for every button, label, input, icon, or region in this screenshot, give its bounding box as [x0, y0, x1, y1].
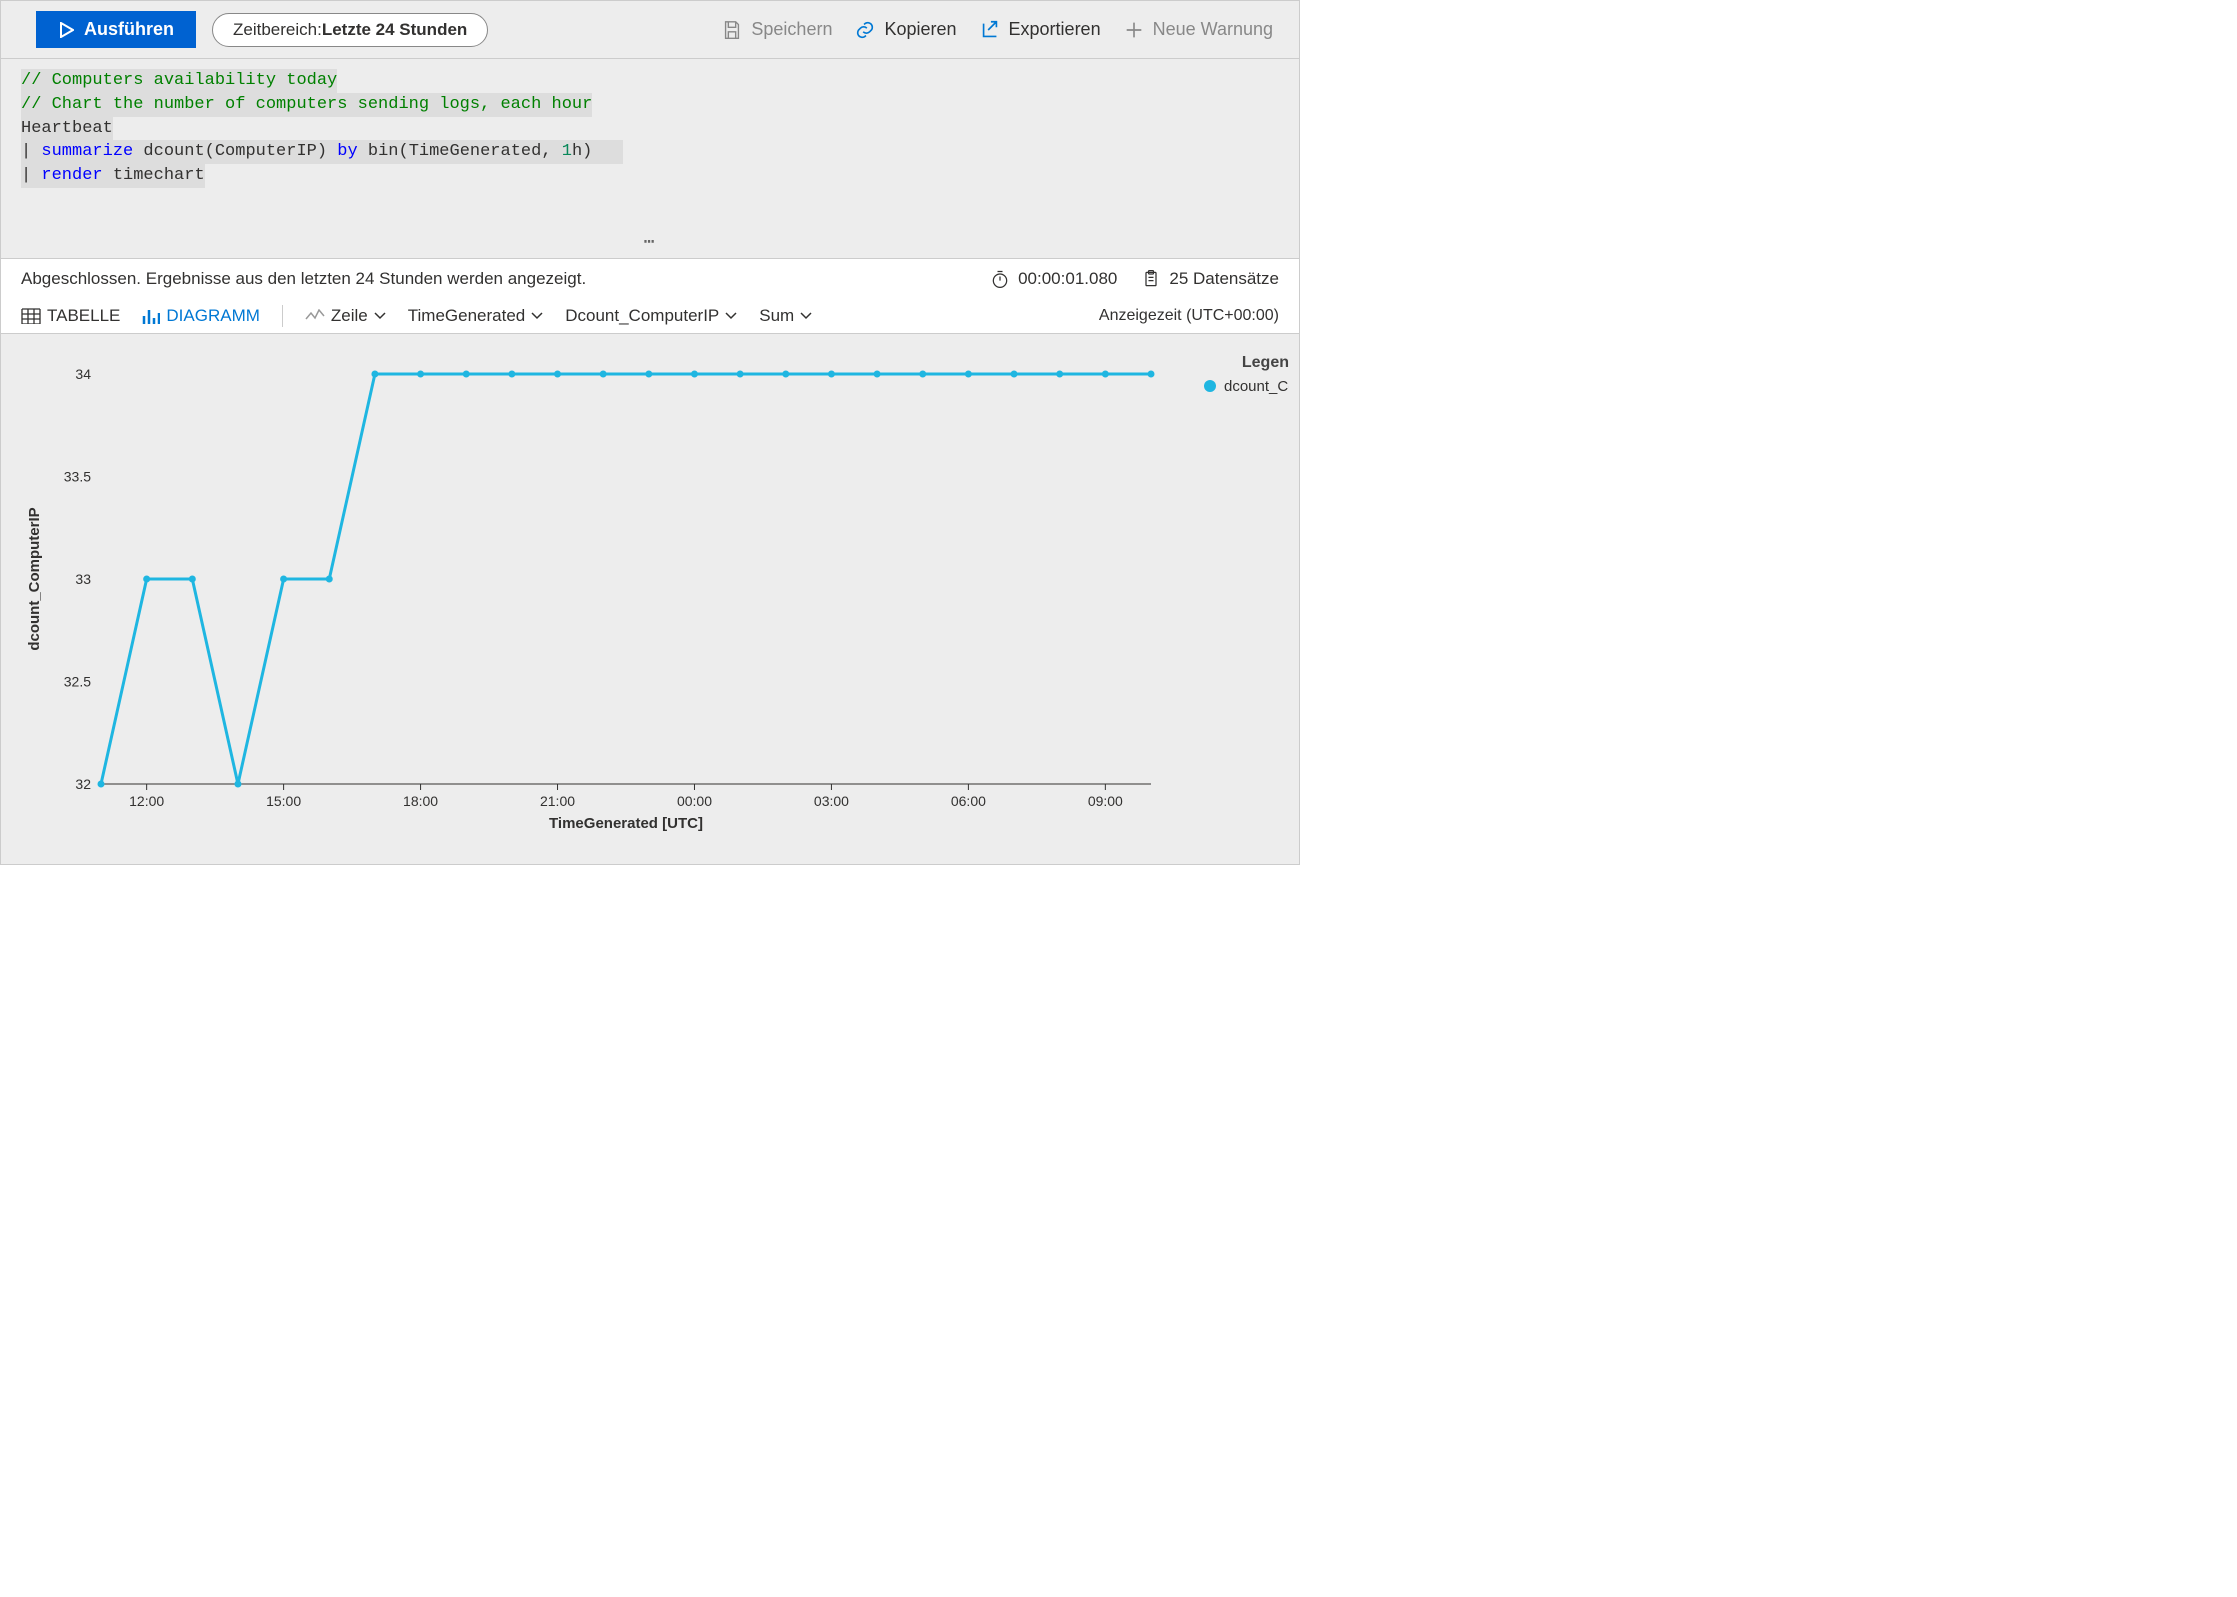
svg-text:06:00: 06:00 [951, 793, 986, 809]
x-axis-value: TimeGenerated [408, 306, 525, 326]
new-alert-button[interactable]: Neue Warnung [1117, 15, 1279, 45]
query-line-1: // Computers availability today [21, 69, 337, 93]
legend-title: Legen [1204, 354, 1289, 372]
chevron-down-icon [374, 312, 386, 320]
chart-panel: 32 32.5 33 33.5 34 12:00 15:00 18:00 21:00 00:00 0… [1, 334, 1299, 864]
chart-svg: 32 32.5 33 33.5 34 12:00 15:00 18:00 21:00 00:00 0… [21, 354, 1171, 834]
status-records: 25 Datensätze [1141, 269, 1279, 289]
export-button[interactable]: Exportieren [973, 15, 1107, 45]
chart-type-dropdown[interactable]: Zeile [305, 306, 386, 326]
time-range-value: Letzte 24 Stunden [322, 20, 467, 40]
chevron-down-icon [725, 312, 737, 320]
query-editor[interactable]: // Computers availability today // Chart… [1, 59, 1299, 259]
svg-text:34: 34 [75, 366, 91, 382]
y-axis-value: Dcount_ComputerIP [565, 306, 719, 326]
view-bar: TABELLE DIAGRAMM Zeile TimeGenerated Dco… [1, 299, 1299, 334]
query-line-4: | summarize dcount(ComputerIP) by bin(Ti… [21, 140, 623, 164]
line-chart-icon [305, 309, 325, 323]
save-icon [721, 19, 743, 41]
chart-type-value: Zeile [331, 306, 368, 326]
toolbar: Ausführen Zeitbereich: Letzte 24 Stunden… [1, 1, 1299, 59]
svg-text:09:00: 09:00 [1088, 793, 1123, 809]
chevron-down-icon [800, 312, 812, 320]
save-label: Speichern [751, 19, 832, 40]
svg-text:18:00: 18:00 [403, 793, 438, 809]
svg-text:33.5: 33.5 [64, 468, 91, 484]
svg-text:03:00: 03:00 [814, 793, 849, 809]
timezone-label: Anzeigezeit (UTC+00:00) [1099, 307, 1279, 325]
duration-value: 00:00:01.080 [1018, 269, 1117, 289]
run-button[interactable]: Ausführen [36, 11, 196, 48]
copy-label: Kopieren [884, 19, 956, 40]
save-button[interactable]: Speichern [715, 15, 838, 45]
table-icon [21, 308, 41, 324]
plus-icon [1123, 19, 1145, 41]
svg-text:32: 32 [75, 776, 91, 792]
export-label: Exportieren [1009, 19, 1101, 40]
svg-text:12:00: 12:00 [129, 793, 164, 809]
svg-text:33: 33 [75, 571, 91, 587]
svg-text:dcount_ComputerIP: dcount_ComputerIP [26, 507, 43, 650]
export-icon [979, 19, 1001, 41]
records-value: 25 Datensätze [1169, 269, 1279, 289]
run-button-label: Ausführen [84, 19, 174, 40]
query-line-2: // Chart the number of computers sending… [21, 93, 592, 117]
aggregation-dropdown[interactable]: Sum [759, 306, 812, 326]
new-alert-label: Neue Warnung [1153, 19, 1273, 40]
x-axis-dropdown[interactable]: TimeGenerated [408, 306, 543, 326]
play-icon [58, 22, 74, 38]
resize-handle[interactable]: ⋯ [644, 231, 657, 256]
query-line-5: | render timechart [21, 164, 205, 188]
legend-item-label: dcount_Compu [1224, 378, 1289, 395]
time-range-prefix: Zeitbereich: [233, 20, 322, 40]
query-line-3: Heartbeat [21, 117, 113, 141]
y-axis-dropdown[interactable]: Dcount_ComputerIP [565, 306, 737, 326]
svg-text:00:00: 00:00 [677, 793, 712, 809]
separator [282, 305, 283, 327]
svg-text:TimeGenerated [UTC]: TimeGenerated [UTC] [549, 815, 703, 832]
legend-dot-icon [1204, 380, 1216, 392]
chart-label: DIAGRAMM [166, 306, 260, 326]
legend-item[interactable]: dcount_Compu [1204, 378, 1289, 395]
chevron-down-icon [531, 312, 543, 320]
bar-chart-icon [142, 308, 160, 324]
svg-text:15:00: 15:00 [266, 793, 301, 809]
tab-table[interactable]: TABELLE [21, 306, 120, 326]
time-range-pill[interactable]: Zeitbereich: Letzte 24 Stunden [212, 13, 488, 47]
status-text: Abgeschlossen. Ergebnisse aus den letzte… [21, 269, 586, 289]
svg-text:32.5: 32.5 [64, 673, 91, 689]
link-icon [854, 19, 876, 41]
tab-chart[interactable]: DIAGRAMM [142, 306, 260, 326]
stopwatch-icon [990, 269, 1010, 289]
svg-text:21:00: 21:00 [540, 793, 575, 809]
copy-button[interactable]: Kopieren [848, 15, 962, 45]
chart-area: 32 32.5 33 33.5 34 12:00 15:00 18:00 21:00 00:00 0… [21, 354, 1194, 834]
clipboard-icon [1141, 269, 1161, 289]
status-bar: Abgeschlossen. Ergebnisse aus den letzte… [1, 259, 1299, 299]
chart-legend: Legen dcount_Compu [1194, 354, 1289, 834]
table-label: TABELLE [47, 306, 120, 326]
status-duration: 00:00:01.080 [990, 269, 1117, 289]
aggregation-value: Sum [759, 306, 794, 326]
